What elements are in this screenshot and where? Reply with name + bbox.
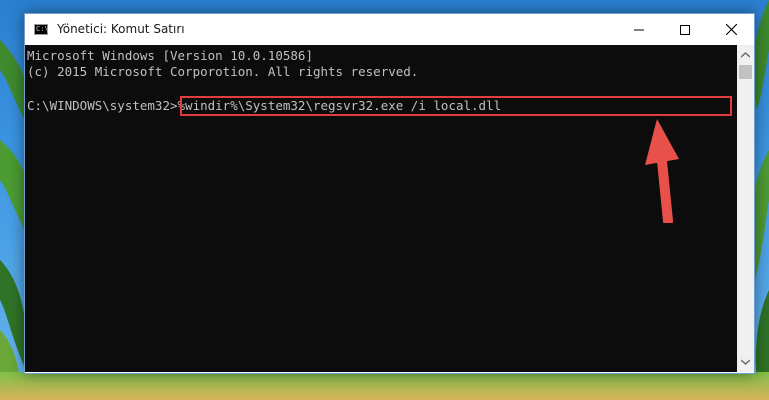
command-prompt-window[interactable]: C:\ Yönetici: Komut Satırı Microsoft Win… [24,13,755,374]
scroll-down-button[interactable] [737,354,754,370]
chevron-up-icon [741,52,750,58]
cmd-icon: C:\ [34,24,49,35]
title-bar[interactable]: C:\ Yönetici: Komut Satırı [25,14,754,45]
minimize-button[interactable] [616,14,662,45]
red-arrow-pointer [645,119,679,223]
command-prompt: C:\WINDOWS\system32> [27,98,178,113]
close-icon [725,24,737,35]
maximize-button[interactable] [662,14,708,45]
console-output[interactable]: Microsoft Windows [Version 10.0.10586] (… [25,45,737,372]
chevron-down-icon [741,359,750,365]
maximize-icon [680,24,690,35]
console-line: Microsoft Windows [Version 10.0.10586] [27,48,313,63]
console-line: (c) 2015 Microsoft Corporotion. All righ… [27,64,419,79]
window-title: Yönetici: Komut Satırı [57,22,185,36]
scroll-thumb[interactable] [739,65,752,79]
minimize-icon [634,29,644,30]
scroll-up-button[interactable] [737,47,754,63]
vertical-scrollbar[interactable] [737,45,754,372]
ground-strip [0,372,769,400]
close-button[interactable] [708,14,754,45]
